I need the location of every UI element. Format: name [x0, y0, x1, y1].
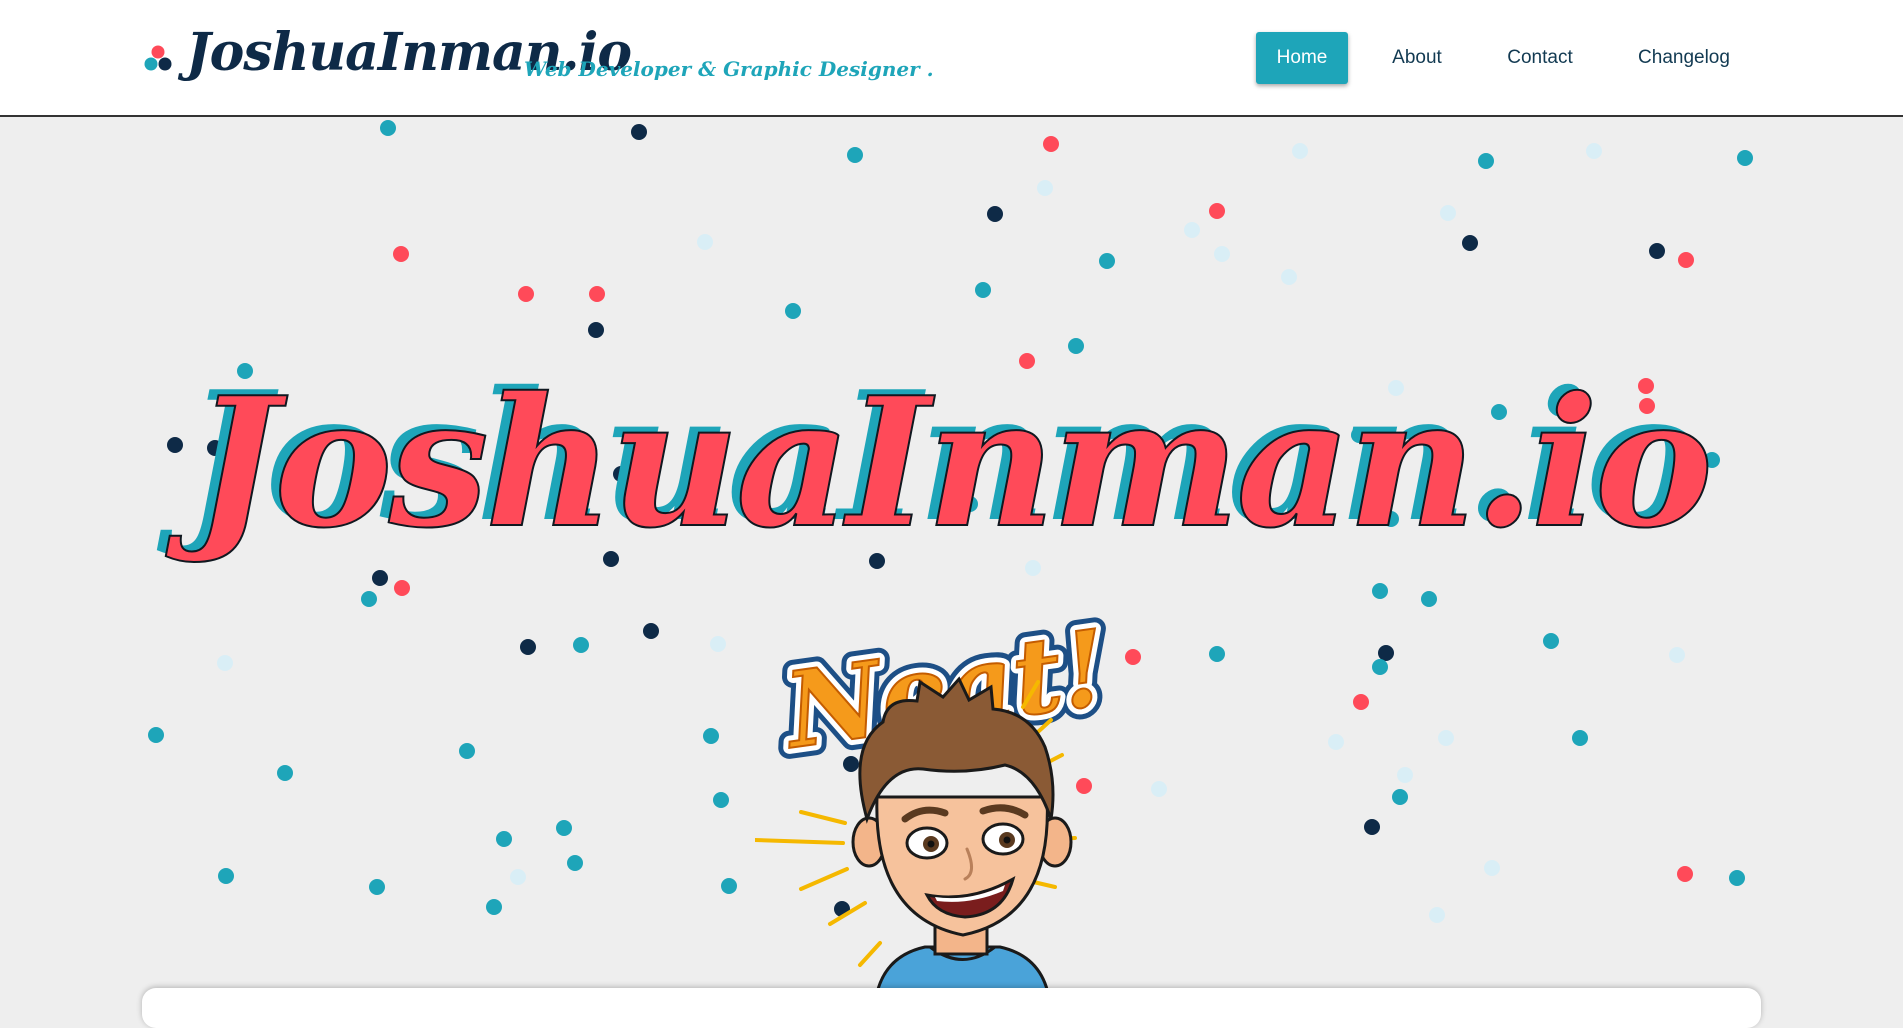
confetti-dot: [710, 636, 726, 652]
confetti-dot: [1669, 647, 1685, 663]
content-card: [142, 988, 1761, 1028]
confetti-dot: [1484, 860, 1500, 876]
confetti-dot: [1678, 252, 1694, 268]
confetti-dot: [1292, 143, 1308, 159]
confetti-dot: [217, 655, 233, 671]
confetti-dot: [459, 743, 475, 759]
confetti-dot: [713, 792, 729, 808]
confetti-dot: [1372, 659, 1388, 675]
confetti-dot: [394, 580, 410, 596]
confetti-dot: [703, 728, 719, 744]
confetti-dot: [1397, 767, 1413, 783]
cartoon-avatar-icon: Neat! Neat! Neat!: [755, 597, 1126, 1005]
confetti-dot: [380, 120, 396, 136]
confetti-dot: [1440, 205, 1456, 221]
confetti-dot: [631, 124, 647, 140]
confetti-dot: [486, 899, 502, 915]
confetti-dot: [1586, 143, 1602, 159]
confetti-dot: [1372, 583, 1388, 599]
confetti-dot: [1421, 591, 1437, 607]
confetti-dot: [987, 206, 1003, 222]
confetti-dot: [1214, 246, 1230, 262]
confetti-dot: [1572, 730, 1588, 746]
confetti-dot: [1543, 633, 1559, 649]
site-header: JoshuaInman.io Web Developer & Graphic D…: [0, 0, 1903, 117]
confetti-dot: [520, 639, 536, 655]
confetti-dot: [1281, 269, 1297, 285]
confetti-dot: [567, 855, 583, 871]
nav-home-link[interactable]: Home: [1256, 32, 1348, 84]
confetti-dot: [1729, 870, 1745, 886]
confetti-dot: [393, 246, 409, 262]
confetti-dot: [573, 637, 589, 653]
hero-section: JoshuaInman.io Neat! Neat! Neat!: [0, 117, 1903, 1005]
confetti-dot: [1209, 646, 1225, 662]
confetti-dot: [1099, 253, 1115, 269]
confetti-dot: [1043, 136, 1059, 152]
confetti-dot: [1378, 645, 1394, 661]
confetti-dot: [148, 727, 164, 743]
confetti-dot: [1328, 734, 1344, 750]
hero-title: JoshuaInman.io: [193, 358, 1714, 567]
confetti-dot: [1209, 203, 1225, 219]
confetti-dot: [975, 282, 991, 298]
confetti-dot: [1677, 866, 1693, 882]
confetti-dot: [697, 234, 713, 250]
confetti-dot: [1364, 819, 1380, 835]
confetti-dot: [643, 623, 659, 639]
confetti-dot: [361, 591, 377, 607]
nav-contact-link[interactable]: Contact: [1488, 32, 1592, 84]
confetti-dot: [518, 286, 534, 302]
confetti-dot: [1462, 235, 1478, 251]
confetti-dot: [721, 878, 737, 894]
confetti-dot: [1068, 338, 1084, 354]
confetti-dot: [277, 765, 293, 781]
confetti-dot: [1478, 153, 1494, 169]
nav-about-link[interactable]: About: [1378, 32, 1456, 84]
confetti-dot: [1037, 180, 1053, 196]
confetti-dot: [1429, 907, 1445, 923]
confetti-dot: [369, 879, 385, 895]
confetti-dot: [847, 147, 863, 163]
confetti-dot: [1184, 222, 1200, 238]
confetti-dot: [496, 831, 512, 847]
confetti-dot: [1649, 243, 1665, 259]
confetti-dot: [510, 869, 526, 885]
confetti-dot: [218, 868, 234, 884]
confetti-dot: [589, 286, 605, 302]
confetti-dot: [588, 322, 604, 338]
confetti-dot: [1438, 730, 1454, 746]
nav-changelog-link[interactable]: Changelog: [1622, 32, 1746, 84]
confetti-dot: [1392, 789, 1408, 805]
main-nav: Home About Contact Changelog: [0, 32, 1903, 84]
confetti-dot: [1353, 694, 1369, 710]
confetti-dot: [785, 303, 801, 319]
confetti-dot: [556, 820, 572, 836]
confetti-dot: [1737, 150, 1753, 166]
confetti-dot: [372, 570, 388, 586]
